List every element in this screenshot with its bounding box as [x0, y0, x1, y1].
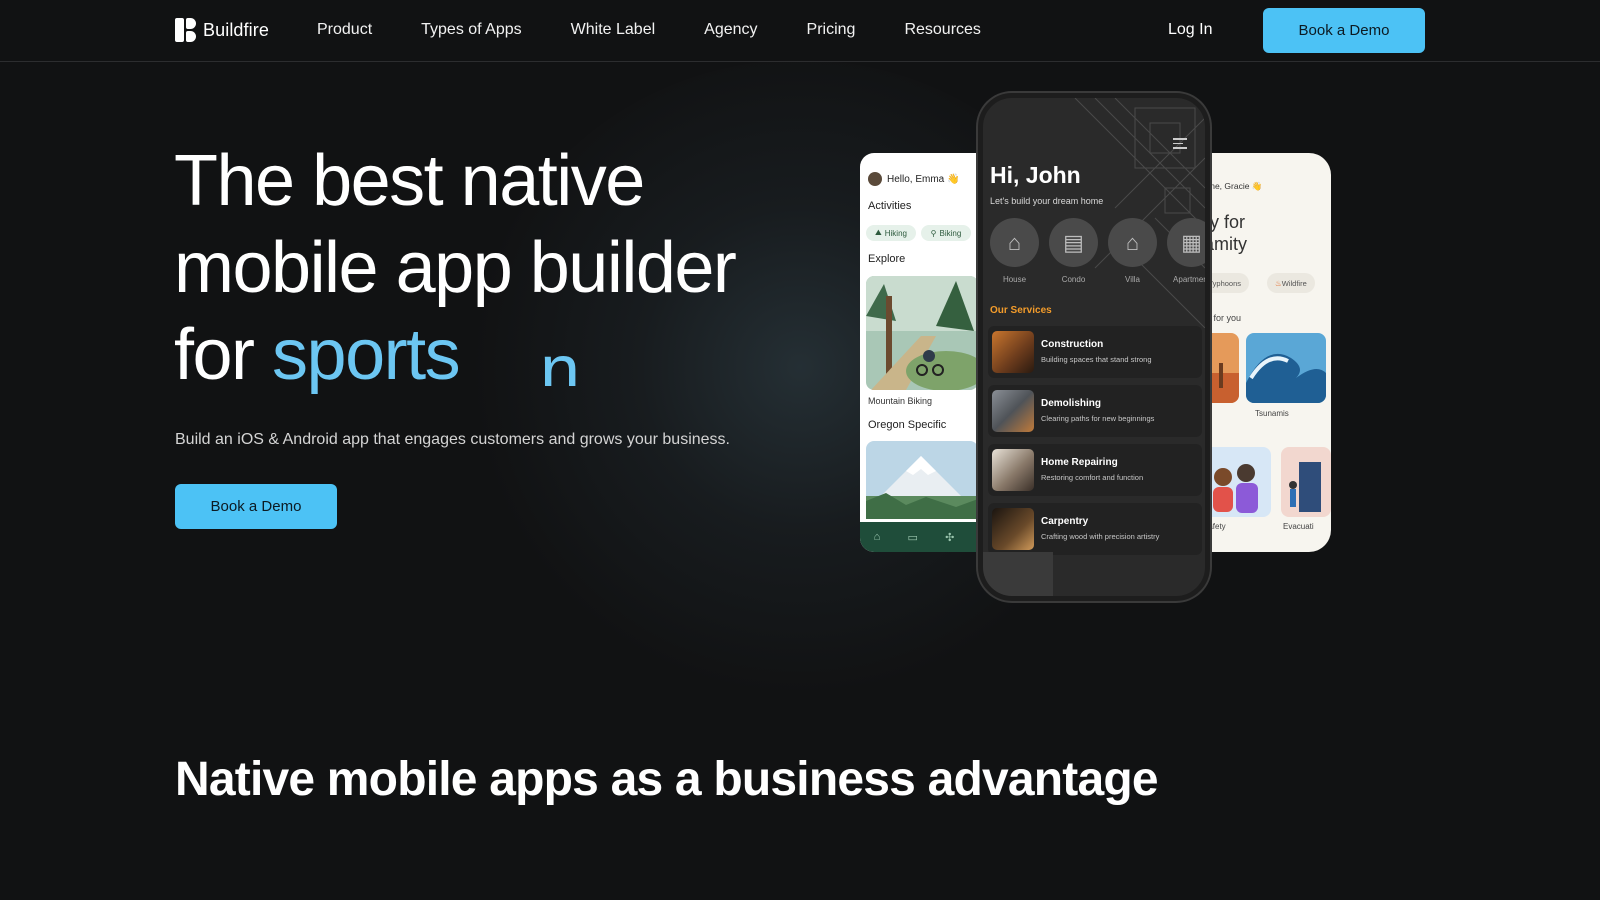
chip-wildfire-label: Wildfire [1281, 278, 1307, 288]
outdoor-greeting-text: Hello, Emma 👋 [887, 173, 960, 185]
disaster-heading-line-1: dy for [1205, 212, 1246, 232]
nav-links: Product Types of Apps White Label Agency… [317, 21, 1030, 39]
demolishing-thumbnail [992, 390, 1034, 432]
phone-mockup-home-builder-app: Hi, John Let's build your dream home ⌂ H… [978, 93, 1210, 601]
villa-icon: ⌂ [1108, 218, 1157, 267]
nav-link-white-label[interactable]: White Label [571, 21, 656, 39]
chip-biking: ⚲ Biking [921, 225, 971, 241]
avatar [868, 172, 882, 186]
evacuation-label: Evacuati [1283, 522, 1314, 531]
chip-hiking-label: Hiking [884, 228, 907, 238]
section-title: Native mobile apps as a business advanta… [175, 753, 1159, 806]
hero-rotating-next-letter: n [540, 331, 581, 386]
condo-icon: ▤ [1049, 218, 1098, 267]
hero-title-line-1: The best native [174, 141, 645, 221]
login-link[interactable]: Log In [1168, 21, 1212, 39]
builder-subtitle: Let's build your dream home [990, 196, 1104, 206]
bike-icon: ⚲ [930, 228, 937, 238]
construction-thumbnail [992, 331, 1034, 373]
nav-link-agency[interactable]: Agency [704, 21, 757, 39]
tsunamis-label: Tsunamis [1255, 409, 1289, 418]
blueprint-pattern [1074, 98, 1205, 328]
service-title: Home Repairing [1041, 457, 1118, 468]
disaster-heading-line-2: lamity [1205, 234, 1248, 254]
outdoor-greeting: Hello, Emma 👋 [868, 172, 959, 186]
mountain-biking-image [866, 276, 978, 390]
phone-mockup-disaster-app: lcome, Gracie 👋 dy for lamity 〻 Typhoons… [1205, 153, 1331, 552]
top-navigation: Buildfire Product Types of Apps White La… [0, 0, 1600, 62]
explore-heading: Explore [868, 253, 906, 265]
property-categories: ⌂ House ▤ Condo ⌂ Villa ▦ Apartment [990, 218, 1210, 284]
safety-tile-image [1205, 447, 1271, 517]
category-condo-label: Condo [1061, 275, 1086, 284]
service-card-home-repairing[interactable]: Home Repairing Restoring comfort and fun… [988, 444, 1202, 496]
activities-heading: Activities [868, 200, 912, 212]
category-condo[interactable]: ▤ Condo [1049, 218, 1098, 284]
outdoor-tab-bar: ⌂ ▭ ✣ [860, 522, 978, 552]
hero-title-line-3: for sports [174, 312, 735, 399]
desert-tile-image [1205, 333, 1239, 403]
hero-title: The best native mobile app builder for s… [174, 138, 737, 399]
builder-greeting: Hi, John [990, 162, 1081, 188]
hero-title-prefix: for [174, 315, 273, 395]
hero-title-rotating-word: sports [272, 315, 461, 395]
mountain-biking-caption: Mountain Biking [868, 396, 933, 406]
menu-icon[interactable] [1173, 138, 1187, 152]
home-repairing-thumbnail [992, 449, 1034, 491]
service-description: Restoring comfort and function [1041, 473, 1144, 482]
chip-typhoons: 〻 Typhoons [1205, 273, 1250, 293]
nav-link-types-of-apps[interactable]: Types of Apps [421, 21, 522, 39]
service-card-carpentry[interactable]: Carpentry Crafting wood with precision a… [988, 503, 1202, 555]
flame-icon: ♨ [1275, 278, 1282, 288]
service-title: Construction [1041, 339, 1104, 350]
chip-hiking: ⛰ Hiking [866, 225, 916, 241]
map-icon[interactable]: ▭ [908, 531, 918, 544]
disaster-heading: dy for lamity [1205, 211, 1247, 255]
carpentry-thumbnail [992, 508, 1034, 550]
hero-title-line-2: mobile app builder [174, 228, 737, 308]
apartment-icon: ▦ [1167, 218, 1205, 267]
category-house-label: House [1002, 275, 1027, 284]
recommended-heading: ed for you [1205, 313, 1242, 323]
home-icon[interactable]: ⌂ [874, 531, 881, 543]
service-card-demolishing[interactable]: Demolishing Clearing paths for new begin… [988, 385, 1202, 437]
brand-name: Buildfire [203, 19, 269, 40]
mountain-icon: ⛰ [875, 228, 882, 237]
hero-book-demo-button[interactable]: Book a Demo [175, 484, 337, 529]
service-title: Carpentry [1041, 516, 1089, 527]
category-apartment[interactable]: ▦ Apartment [1167, 218, 1210, 284]
disaster-greeting: lcome, Gracie 👋 [1205, 181, 1263, 191]
nav-book-demo-button[interactable]: Book a Demo [1263, 8, 1425, 53]
hero-subtitle: Build an iOS & Android app that engages … [175, 431, 730, 448]
phone-mockup-outdoor-app: Hello, Emma 👋 Activities ⛰ Hiking ⚲ Biking… [860, 153, 978, 552]
nav-link-product[interactable]: Product [317, 21, 372, 39]
category-apartment-label: Apartment [1173, 275, 1210, 284]
compass-icon[interactable]: ✣ [945, 531, 954, 544]
nav-link-pricing[interactable]: Pricing [807, 21, 856, 39]
buildfire-logo-icon [175, 18, 196, 42]
service-title: Demolishing [1041, 398, 1102, 409]
chip-wildfire: ♨ Wildfire [1267, 273, 1315, 293]
service-card-construction[interactable]: Construction Building spaces that stand … [988, 326, 1202, 378]
mountain-landscape-image [866, 441, 978, 519]
builder-bottom-bar [983, 552, 1053, 596]
chip-typhoons-label: Typhoons [1208, 278, 1242, 288]
house-icon: ⌂ [990, 218, 1039, 267]
brand-logo[interactable]: Buildfire [175, 18, 269, 42]
service-description: Clearing paths for new beginnings [1041, 414, 1155, 423]
service-description: Crafting wood with precision artistry [1041, 532, 1160, 541]
nav-link-resources[interactable]: Resources [904, 21, 980, 39]
category-house[interactable]: ⌂ House [990, 218, 1039, 284]
chip-biking-label: Biking [939, 228, 962, 238]
oregon-specific-heading: Oregon Specific [868, 419, 947, 431]
services-heading: Our Services [990, 305, 1052, 316]
tsunami-tile-image [1246, 333, 1326, 403]
category-villa-label: Villa [1125, 275, 1140, 284]
evacuation-tile-image [1281, 447, 1331, 517]
service-description: Building spaces that stand strong [1041, 355, 1152, 364]
category-villa[interactable]: ⌂ Villa [1108, 218, 1157, 284]
